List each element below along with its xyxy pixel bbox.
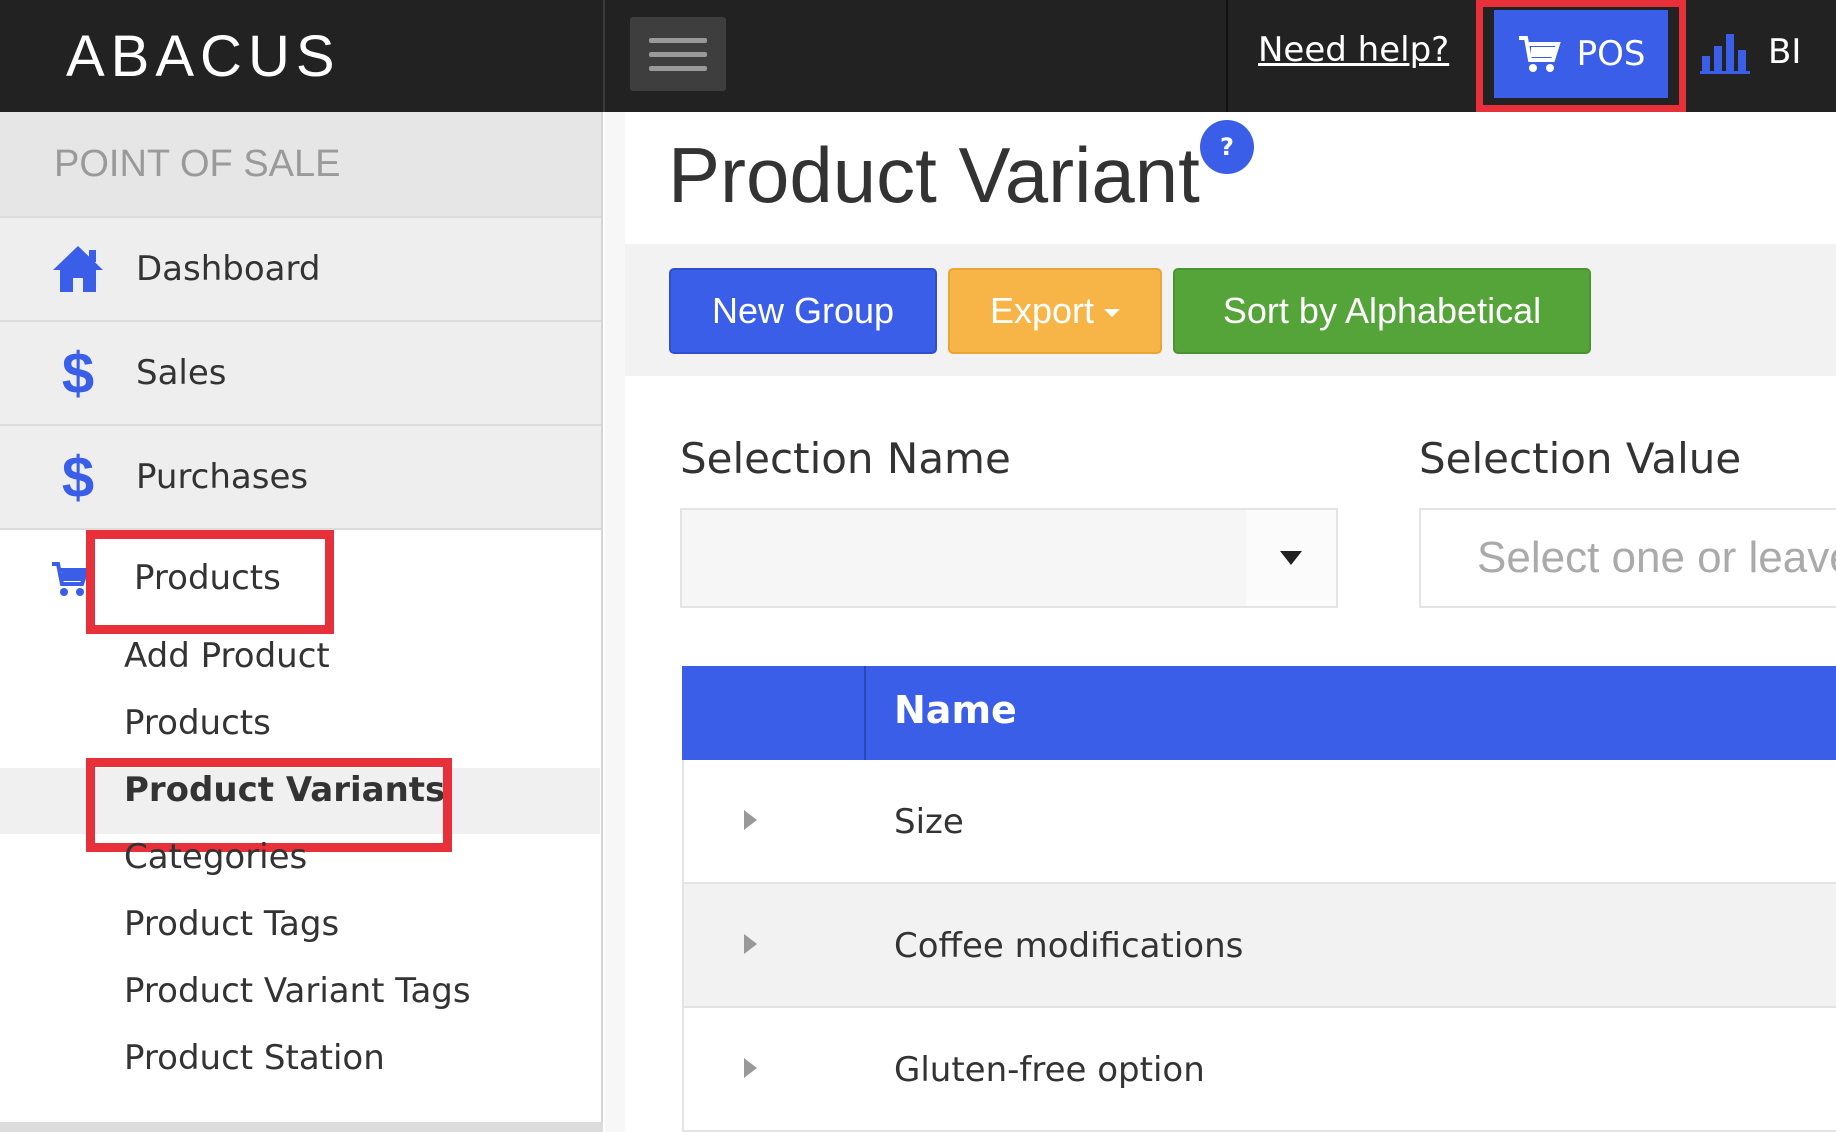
- expand-arrow-icon[interactable]: [744, 1058, 757, 1078]
- submenu-item-products[interactable]: Products: [124, 703, 271, 743]
- selection-name-label: Selection Name: [680, 434, 1011, 483]
- selection-value-label: Selection Value: [1419, 434, 1742, 483]
- menu-toggle-button[interactable]: [630, 17, 726, 91]
- hamburger-icon: [649, 51, 707, 57]
- column-divider: [864, 666, 866, 760]
- bi-app-button[interactable]: BI: [1700, 30, 1801, 74]
- row-name: Coffee modifications: [894, 926, 1244, 966]
- table-row[interactable]: Gluten-free option: [682, 1008, 1836, 1132]
- table-row[interactable]: Size: [682, 760, 1836, 884]
- sidebar-bottom-border: [0, 1122, 603, 1132]
- submenu-item-categories[interactable]: Categories: [124, 837, 307, 877]
- sidebar: POINT OF SALE Dashboard $ Sales $ Purcha…: [0, 112, 603, 1132]
- caret-down-icon: [1280, 551, 1302, 565]
- sidebar-item-sales[interactable]: $ Sales: [0, 320, 601, 424]
- export-label: Export: [989, 290, 1095, 331]
- expand-arrow-icon[interactable]: [744, 810, 757, 830]
- brand-divider: [603, 0, 605, 112]
- sidebar-item-label: Dashboard: [136, 249, 321, 289]
- pos-highlight-box: [1476, 0, 1686, 112]
- selection-name-select[interactable]: [680, 508, 1338, 608]
- sort-alphabetical-button[interactable]: Sort by Alphabetical: [1173, 268, 1591, 354]
- submenu-item-add-product[interactable]: Add Product: [124, 636, 330, 676]
- dropdown-arrow[interactable]: [1246, 510, 1336, 606]
- home-icon: [48, 239, 108, 299]
- sidebar-item-label: Sales: [136, 353, 227, 393]
- submenu-item-product-tags[interactable]: Product Tags: [124, 904, 339, 944]
- caret-down-icon: [1104, 309, 1121, 317]
- hamburger-icon: [649, 65, 707, 71]
- row-name: Gluten-free option: [894, 1050, 1205, 1090]
- row-name: Size: [894, 802, 964, 842]
- sidebar-item-label: Purchases: [136, 457, 309, 497]
- bi-label: BI: [1768, 32, 1802, 72]
- navbar-divider: [1226, 0, 1228, 112]
- help-question-icon[interactable]: ?: [1200, 120, 1254, 174]
- table-header: Name: [682, 666, 1836, 760]
- export-dropdown-button[interactable]: Export: [948, 268, 1162, 354]
- variant-groups-table: Name Size Coffee modifications Gluten-fr…: [682, 666, 1836, 1132]
- column-header-name[interactable]: Name: [894, 688, 1017, 732]
- expand-arrow-icon[interactable]: [744, 934, 757, 954]
- bar-chart-icon: [1700, 34, 1750, 74]
- products-highlight-box: [86, 530, 334, 634]
- hamburger-icon: [649, 37, 707, 43]
- dollar-icon: $: [61, 444, 95, 510]
- new-group-button[interactable]: New Group: [669, 268, 937, 354]
- sidebar-item-dashboard[interactable]: Dashboard: [0, 216, 601, 320]
- sidebar-item-purchases[interactable]: $ Purchases: [0, 424, 601, 528]
- dollar-icon: $: [61, 340, 95, 406]
- page-title: Product Variant: [668, 131, 1200, 219]
- table-row[interactable]: Coffee modifications: [682, 884, 1836, 1008]
- need-help-link[interactable]: Need help?: [1258, 30, 1449, 70]
- brand-logo[interactable]: ABACUS: [0, 0, 603, 112]
- cart-icon: [52, 562, 90, 596]
- new-group-label: New Group: [711, 290, 895, 331]
- sort-label: Sort by Alphabetical: [1222, 290, 1542, 331]
- submenu-item-product-station[interactable]: Product Station: [124, 1038, 385, 1078]
- products-submenu: Products Add Product Products Product Va…: [0, 528, 601, 1128]
- sidebar-section-title: POINT OF SALE: [0, 112, 601, 216]
- submenu-item-product-variant-tags[interactable]: Product Variant Tags: [124, 971, 471, 1011]
- top-navbar: ABACUS Need help? POS BI: [0, 0, 1836, 112]
- selection-value-input[interactable]: Select one or leave blank: [1419, 508, 1836, 608]
